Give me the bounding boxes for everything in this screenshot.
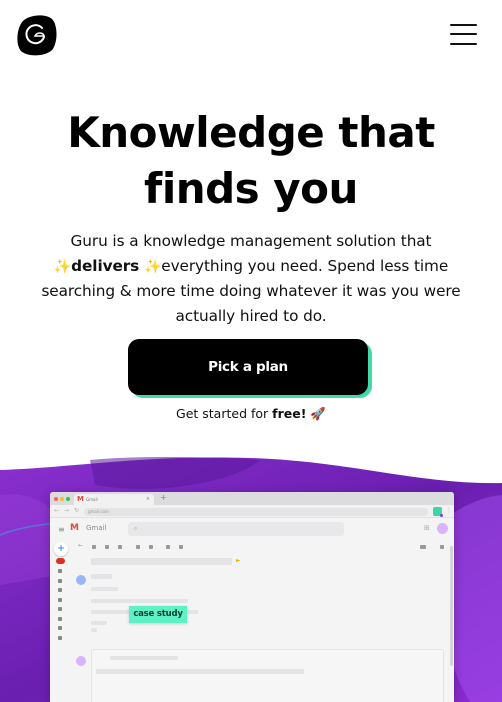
browser-tab-bar: M Gmail × + [50, 492, 454, 505]
label-icon [58, 626, 62, 630]
guru-extension-icon [433, 507, 443, 517]
view-icon [420, 545, 426, 549]
more-icon: ⋮ [446, 507, 452, 514]
gmail-browser-screenshot: M Gmail × + ← → ↻ gmail.com ⋮ ≡ M Gmail … [50, 492, 454, 702]
close-window-icon [54, 497, 58, 501]
tab-title: Gmail [86, 497, 98, 502]
label-icon [179, 545, 183, 549]
text-placeholder [91, 628, 97, 632]
text-placeholder [110, 656, 178, 660]
snoozed-icon [58, 578, 62, 583]
url-field: gmail.com [84, 508, 428, 516]
mark-unread-icon [136, 545, 140, 549]
back-icon: ← [54, 507, 60, 514]
sparkle-icon: ✨ [143, 258, 162, 275]
text-placeholder [91, 599, 188, 603]
hero-section: Knowledge that finds you Guru is a knowl… [0, 105, 502, 328]
starred-icon [58, 569, 62, 573]
label-icon [58, 616, 62, 621]
delete-icon [118, 545, 122, 549]
settings-gear-icon [440, 545, 444, 549]
hero-description: Guru is a knowledge management solution … [31, 229, 471, 328]
text-placeholder [91, 621, 107, 625]
minimize-window-icon [60, 497, 64, 501]
cta-note-free: free! [272, 406, 307, 421]
forward-icon: → [64, 507, 70, 514]
guru-logo-icon[interactable] [15, 13, 57, 57]
menu-line-icon [450, 33, 477, 35]
apps-grid-icon: ⊞ [424, 524, 430, 532]
menu-line-icon [450, 24, 477, 26]
gmail-name: Gmail [86, 524, 107, 532]
rocket-icon: 🚀 [310, 406, 326, 421]
gmail-icon: M [77, 495, 84, 503]
scrollbar [450, 546, 453, 666]
sparkle-icon: ✨ [53, 258, 72, 275]
sender-placeholder [91, 574, 112, 579]
subject-placeholder [91, 558, 232, 565]
gmail-logo-icon: M [70, 523, 79, 533]
cta-note-text: Get started for [176, 406, 273, 421]
label-icon [58, 635, 62, 640]
archive-icon [92, 545, 96, 549]
pick-a-plan-button[interactable]: Pick a plan [128, 339, 368, 395]
description-bold: delivers [71, 256, 140, 275]
description-part-1: Guru is a knowledge management solution … [70, 232, 432, 250]
back-arrow-icon: ← [78, 542, 84, 549]
avatar [437, 523, 448, 534]
compose-plus-icon: + [54, 542, 68, 556]
reply-avatar [76, 656, 86, 666]
page-title: Knowledge that finds you [0, 105, 502, 217]
report-icon [105, 545, 109, 549]
gmail-search: ⌕ [128, 522, 344, 536]
important-icon: ► [236, 557, 241, 564]
text-placeholder [91, 587, 118, 591]
snooze-icon [149, 545, 153, 549]
cta-note: Get started for free! 🚀 [0, 406, 502, 422]
menu-line-icon [450, 43, 477, 45]
case-study-tag: case study [129, 606, 187, 623]
gmail-header: ≡ M Gmail ⌕ ⊞ [50, 518, 454, 540]
move-icon [166, 545, 170, 549]
label-icon [58, 607, 62, 611]
headline-line-1: Knowledge that [67, 108, 435, 157]
reply-box [91, 649, 444, 702]
text-placeholder [96, 669, 304, 674]
tab-close-icon: × [145, 496, 150, 502]
maximize-window-icon [66, 497, 70, 501]
browser-tab: M Gmail × [74, 494, 154, 505]
cta-container: Pick a plan [128, 339, 372, 398]
gmail-toolbar: + ← [50, 540, 454, 556]
headline-line-2: finds you [144, 164, 358, 213]
inbox-badge-icon [56, 558, 65, 564]
site-header [0, 0, 502, 80]
gmail-sidebar-icons [56, 558, 65, 645]
menu-icon: ≡ [58, 525, 65, 534]
browser-address-bar: ← → ↻ gmail.com ⋮ [50, 505, 454, 518]
reload-icon: ↻ [74, 507, 80, 514]
sender-avatar [76, 575, 86, 585]
sent-icon [58, 588, 62, 592]
search-icon: ⌕ [134, 525, 138, 532]
new-tab-icon: + [160, 493, 167, 502]
hamburger-menu-button[interactable] [450, 24, 478, 46]
drafts-icon [58, 597, 62, 602]
